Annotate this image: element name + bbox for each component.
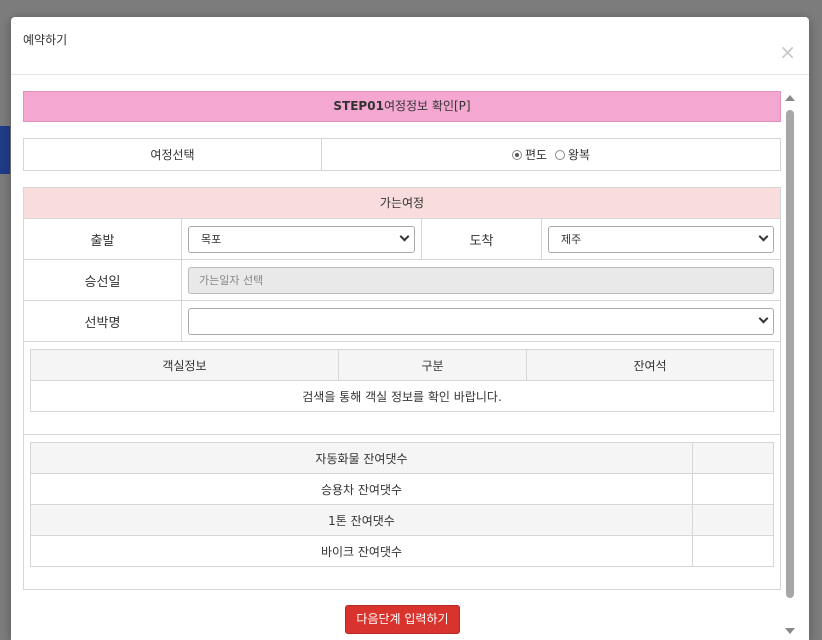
radio-round-trip[interactable]: 왕복 [551, 148, 590, 162]
reservation-modal: 예약하기 × STEP01여정정보 확인[P] 여정선택 편도 왕복 가는여정 [11, 17, 809, 640]
rooms-empty-message: 검색을 통해 객실 정보를 확인 바랍니다. [30, 380, 774, 412]
arrival-value: 제주 [561, 232, 582, 246]
close-icon[interactable]: × [779, 42, 796, 62]
rooms-col-remaining: 잔여석 [526, 349, 774, 381]
scroll-down-icon[interactable] [785, 628, 795, 634]
trip-select-table: 여정선택 편도 왕복 [23, 138, 781, 171]
scroll-up-icon[interactable] [785, 95, 795, 101]
step-title-bar: STEP01여정정보 확인[P] [23, 91, 781, 122]
modal-content: STEP01여정정보 확인[P] 여정선택 편도 왕복 가는여정 출발 목포 도… [23, 91, 781, 590]
arrival-cell: 제주 [542, 219, 780, 259]
radio-one-way-label: 편도 [524, 148, 548, 162]
vehicle-label: 1톤 잔여댓수 [30, 504, 693, 536]
route-row: 출발 목포 도착 제주 [24, 219, 780, 260]
date-cell: 가는일자 선택 [182, 260, 780, 300]
date-row: 승선일 가는일자 선택 [24, 260, 780, 301]
modal-title: 예약하기 [23, 33, 68, 47]
step-title: 여정정보 확인[P] [383, 99, 471, 113]
date-input[interactable]: 가는일자 선택 [188, 266, 774, 294]
departure-label: 출발 [24, 219, 182, 259]
vehicle-label: 바이크 잔여댓수 [30, 535, 693, 567]
radio-one-way[interactable]: 편도 [511, 148, 548, 162]
vehicle-label: 승용차 잔여댓수 [30, 473, 693, 505]
vehicle-count [692, 442, 774, 474]
departure-value: 목포 [201, 232, 222, 246]
chevron-down-icon [758, 313, 769, 323]
vehicle-label: 자동화물 잔여댓수 [30, 442, 693, 474]
radio-checked-icon[interactable] [511, 150, 522, 160]
rooms-col-info: 객실정보 [30, 349, 339, 381]
radio-unchecked-icon[interactable] [554, 150, 565, 160]
table-row: 1톤 잔여댓수 [30, 504, 774, 536]
modal-body: STEP01여정정보 확인[P] 여정선택 편도 왕복 가는여정 출발 목포 도… [11, 76, 809, 640]
modal-header: 예약하기 × [11, 17, 809, 75]
chevron-down-icon [758, 231, 769, 241]
outbound-section: 가는여정 출발 목포 도착 제주 승선일 가는일자 선택 선박명 객실정보 구분… [23, 187, 781, 590]
rooms-col-type: 구분 [338, 349, 527, 381]
vehicles-table: 자동화물 잔여댓수 승용차 잔여댓수 1톤 잔여댓수 바이크 잔여댓수 [30, 442, 774, 567]
vehicles-section: 자동화물 잔여댓수 승용차 잔여댓수 1톤 잔여댓수 바이크 잔여댓수 [24, 435, 780, 589]
ship-row: 선박명 [24, 301, 780, 342]
departure-select[interactable]: 목포 [188, 225, 415, 253]
date-label: 승선일 [24, 260, 182, 300]
table-row: 바이크 잔여댓수 [30, 535, 774, 567]
vehicle-count [692, 473, 774, 505]
outbound-header: 가는여정 [24, 188, 780, 219]
table-row: 승용차 잔여댓수 [30, 473, 774, 505]
chevron-down-icon [399, 231, 410, 241]
arrival-select[interactable]: 제주 [548, 225, 774, 253]
ship-label: 선박명 [24, 301, 182, 341]
trip-select-label: 여정선택 [23, 138, 322, 171]
background-banner-strip [0, 126, 10, 174]
vehicle-count [692, 535, 774, 567]
rooms-table: 객실정보 구분 잔여석 검색을 통해 객실 정보를 확인 바랍니다. [30, 349, 774, 412]
ship-cell [182, 301, 780, 341]
vehicle-count [692, 504, 774, 536]
step-number: STEP01 [333, 99, 384, 113]
scrollbar[interactable] [784, 92, 796, 640]
ship-select[interactable] [188, 307, 774, 335]
next-step-button[interactable]: 다음단계 입력하기 [345, 605, 460, 634]
departure-cell: 목포 [182, 219, 422, 259]
trip-select-options: 편도 왕복 [321, 138, 781, 171]
arrival-label: 도착 [422, 219, 542, 259]
radio-round-trip-label: 왕복 [567, 148, 590, 162]
scroll-thumb[interactable] [786, 110, 794, 598]
rooms-section: 객실정보 구분 잔여석 검색을 통해 객실 정보를 확인 바랍니다. [24, 342, 780, 435]
table-row: 자동화물 잔여댓수 [30, 442, 774, 474]
